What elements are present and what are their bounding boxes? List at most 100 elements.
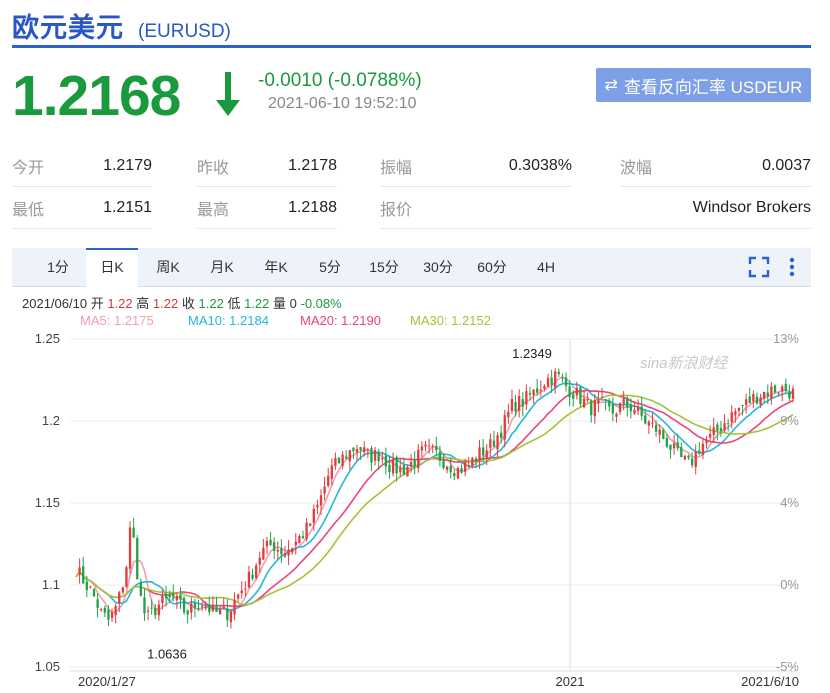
candle-body xyxy=(680,446,683,458)
candle-body xyxy=(168,594,171,598)
candle-body xyxy=(413,459,416,467)
tab-30min[interactable]: 30分 xyxy=(414,248,462,286)
candle-body xyxy=(269,539,272,545)
candle-body xyxy=(633,409,636,414)
candle-body xyxy=(395,457,398,474)
candle-body xyxy=(420,446,424,451)
candle-body xyxy=(676,442,679,449)
tab-monthly-k[interactable]: 月K xyxy=(198,248,246,286)
tab-5min[interactable]: 5分 xyxy=(306,248,354,286)
tab-60min[interactable]: 60分 xyxy=(468,248,516,286)
candle-body xyxy=(150,607,153,609)
price-change: -0.0010 (-0.0788%) xyxy=(258,70,422,91)
candle-body xyxy=(546,377,550,387)
candle-body xyxy=(146,610,150,612)
more-vertical-icon[interactable] xyxy=(788,248,796,286)
candle-body xyxy=(521,399,524,407)
candle-body xyxy=(240,590,243,594)
candle-body xyxy=(204,607,207,609)
tab-4h[interactable]: 4H xyxy=(522,248,570,286)
tab-15min[interactable]: 15分 xyxy=(360,248,408,286)
candle-body xyxy=(647,421,651,426)
candle-body xyxy=(471,458,474,467)
candle-body xyxy=(182,597,186,613)
candle-body xyxy=(791,388,795,399)
candle-body xyxy=(759,397,762,405)
candle-body xyxy=(683,455,687,460)
candle-body xyxy=(327,476,330,486)
stat-label: 报价 xyxy=(380,202,413,219)
candle-body xyxy=(215,605,218,612)
tab-daily-k[interactable]: 日K xyxy=(86,248,138,287)
ohlc-info-line: 2021/06/10 开 1.22 高 1.22 收 1.22 低 1.22 量… xyxy=(22,293,342,312)
info-close: 1.22 xyxy=(198,296,224,311)
y-tick-right: -5% xyxy=(776,659,800,674)
candle-body xyxy=(391,459,395,474)
candle-body xyxy=(424,444,427,447)
candle-body xyxy=(543,386,546,389)
stat-label: 昨收 xyxy=(197,160,230,177)
candle-body xyxy=(690,458,694,466)
candle-body xyxy=(233,600,236,615)
candle-body xyxy=(273,542,276,551)
candle-body xyxy=(600,397,604,399)
candle-body xyxy=(330,465,333,479)
candle-body xyxy=(712,427,715,435)
candle-body xyxy=(211,604,215,612)
fullscreen-icon[interactable] xyxy=(748,248,770,286)
tab-yearly-k[interactable]: 年K xyxy=(252,248,300,286)
candle-body xyxy=(770,386,773,399)
candle-body xyxy=(781,386,784,392)
reverse-rate-label: 查看反向汇率 USDEUR xyxy=(623,77,803,97)
candle-body xyxy=(698,450,701,454)
tab-1min[interactable]: 1分 xyxy=(34,248,82,286)
candle-body xyxy=(615,413,618,417)
tab-weekly-k[interactable]: 周K xyxy=(144,248,192,286)
ma20-legend: MA20: 1.2190 xyxy=(300,313,381,328)
candle-body xyxy=(301,536,305,539)
stat-value: 0.0037 xyxy=(762,157,811,174)
stat-quote-source: 报价 Windsor Brokers xyxy=(380,188,811,229)
candle-body xyxy=(172,594,175,598)
info-date: 2021/06/10 xyxy=(22,296,88,311)
candle-body xyxy=(218,609,222,615)
candle-body xyxy=(175,595,179,601)
current-price: 1.2168 xyxy=(12,64,181,128)
candle-body xyxy=(348,450,351,462)
candle-body xyxy=(705,440,708,444)
stat-open: 今开 1.2179 xyxy=(12,146,152,187)
candle-body xyxy=(132,527,135,538)
candle-body xyxy=(121,587,125,593)
candle-body xyxy=(525,391,528,405)
candle-body xyxy=(499,432,503,438)
candle-body xyxy=(593,400,596,417)
candle-body xyxy=(352,447,355,452)
candle-body xyxy=(744,399,748,405)
reverse-rate-button[interactable]: ⇄ 查看反向汇率 USDEUR xyxy=(596,68,811,102)
candle-body xyxy=(654,425,658,432)
stat-label: 波幅 xyxy=(620,160,653,177)
candle-body xyxy=(554,371,557,388)
candle-body xyxy=(604,399,607,401)
candle-body xyxy=(640,406,643,416)
candle-body xyxy=(611,404,615,414)
ma30-legend: MA30: 1.2152 xyxy=(410,313,491,328)
candle-body xyxy=(283,553,287,557)
candle-body xyxy=(197,608,200,610)
candlestick-chart[interactable]: 1.25 13% 1.2 9% 1.15 4% 1.1 0% 1.05 -5% 2020/1/27 2… xyxy=(12,333,811,688)
stat-label: 最低 xyxy=(12,202,45,219)
title-row: 欧元美元 (EURUSD) xyxy=(12,6,231,46)
candle-body xyxy=(276,549,279,552)
stat-value: 0.3038% xyxy=(508,157,572,174)
candle-body xyxy=(435,446,438,451)
swap-icon: ⇄ xyxy=(604,77,618,94)
candle-body xyxy=(582,398,586,408)
candle-body xyxy=(492,440,496,447)
candle-body xyxy=(92,589,96,597)
candle-body xyxy=(312,508,315,523)
y-tick-right: 4% xyxy=(780,495,799,510)
page-title: 欧元美元 xyxy=(12,13,124,43)
price-annotation: 1.2349 xyxy=(512,346,552,361)
candle-body xyxy=(669,444,672,450)
price-annotation: 1.0636 xyxy=(147,647,187,662)
